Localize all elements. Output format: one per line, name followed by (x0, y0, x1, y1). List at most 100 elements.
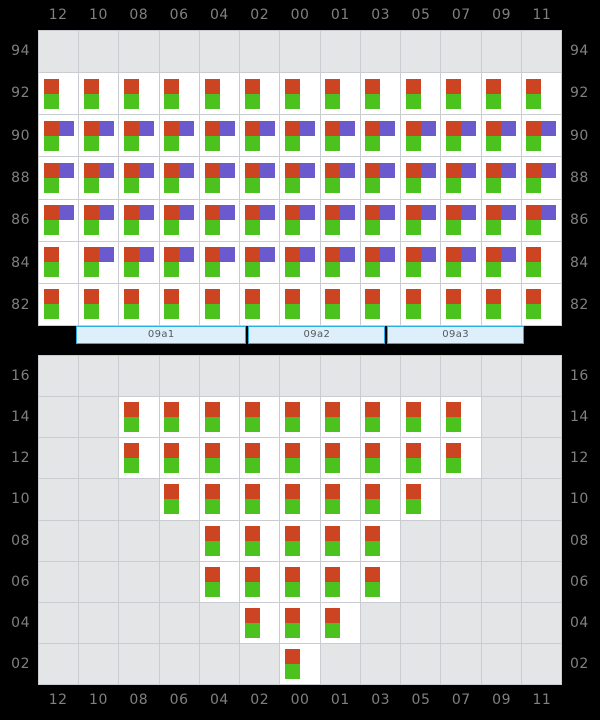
data-cell[interactable] (401, 157, 441, 199)
data-cell[interactable] (240, 283, 280, 325)
data-cell[interactable] (199, 73, 240, 115)
data-cell[interactable] (79, 241, 119, 283)
data-cell[interactable] (280, 157, 320, 199)
data-cell[interactable] (280, 283, 320, 325)
data-cell[interactable] (320, 561, 360, 602)
data-cell[interactable] (119, 438, 159, 479)
data-cell[interactable] (360, 520, 401, 561)
data-cell[interactable] (159, 73, 199, 115)
data-cell[interactable] (159, 115, 199, 157)
data-cell[interactable] (119, 283, 159, 325)
data-cell[interactable] (240, 397, 280, 438)
data-cell[interactable] (401, 283, 441, 325)
data-cell[interactable] (79, 115, 119, 157)
data-cell[interactable] (360, 157, 401, 199)
data-cell[interactable] (360, 73, 401, 115)
data-cell[interactable] (280, 115, 320, 157)
data-cell[interactable] (119, 73, 159, 115)
data-cell[interactable] (79, 283, 119, 325)
data-cell[interactable] (441, 73, 481, 115)
data-cell[interactable] (159, 283, 199, 325)
data-cell[interactable] (401, 479, 441, 520)
data-cell[interactable] (119, 157, 159, 199)
data-cell[interactable] (481, 199, 521, 241)
data-cell[interactable] (521, 157, 562, 199)
data-cell[interactable] (481, 73, 521, 115)
data-cell[interactable] (360, 283, 401, 325)
data-cell[interactable] (280, 520, 320, 561)
data-cell[interactable] (441, 397, 481, 438)
data-cell[interactable] (320, 199, 360, 241)
data-cell[interactable] (39, 199, 79, 241)
data-cell[interactable] (401, 199, 441, 241)
group-bar-09a1[interactable]: 09a1 (76, 326, 247, 344)
data-cell[interactable] (441, 115, 481, 157)
data-cell[interactable] (401, 397, 441, 438)
data-cell[interactable] (39, 283, 79, 325)
data-cell[interactable] (441, 241, 481, 283)
group-bar-09a2[interactable]: 09a2 (248, 326, 386, 344)
data-cell[interactable] (360, 479, 401, 520)
data-cell[interactable] (199, 241, 240, 283)
data-cell[interactable] (280, 199, 320, 241)
group-bar-09a3[interactable]: 09a3 (387, 326, 524, 344)
data-cell[interactable] (360, 199, 401, 241)
data-cell[interactable] (320, 157, 360, 199)
data-cell[interactable] (199, 520, 240, 561)
data-cell[interactable] (320, 479, 360, 520)
data-cell[interactable] (240, 241, 280, 283)
data-cell[interactable] (521, 73, 562, 115)
data-cell[interactable] (320, 520, 360, 561)
data-cell[interactable] (320, 283, 360, 325)
data-cell[interactable] (240, 520, 280, 561)
data-cell[interactable] (240, 479, 280, 520)
data-cell[interactable] (119, 199, 159, 241)
data-cell[interactable] (39, 73, 79, 115)
data-cell[interactable] (199, 479, 240, 520)
data-cell[interactable] (119, 115, 159, 157)
data-cell[interactable] (521, 283, 562, 325)
data-cell[interactable] (240, 561, 280, 602)
data-cell[interactable] (401, 438, 441, 479)
data-cell[interactable] (320, 115, 360, 157)
data-cell[interactable] (401, 73, 441, 115)
data-cell[interactable] (320, 397, 360, 438)
data-cell[interactable] (280, 438, 320, 479)
data-cell[interactable] (481, 115, 521, 157)
data-cell[interactable] (199, 397, 240, 438)
data-cell[interactable] (119, 241, 159, 283)
data-cell[interactable] (39, 241, 79, 283)
data-cell[interactable] (159, 397, 199, 438)
data-cell[interactable] (240, 602, 280, 643)
data-cell[interactable] (280, 397, 320, 438)
data-cell[interactable] (199, 561, 240, 602)
data-cell[interactable] (360, 241, 401, 283)
data-cell[interactable] (159, 241, 199, 283)
data-cell[interactable] (39, 115, 79, 157)
data-cell[interactable] (521, 241, 562, 283)
data-cell[interactable] (240, 199, 280, 241)
data-cell[interactable] (280, 479, 320, 520)
data-cell[interactable] (441, 157, 481, 199)
data-cell[interactable] (521, 199, 562, 241)
data-cell[interactable] (199, 438, 240, 479)
data-cell[interactable] (240, 438, 280, 479)
data-cell[interactable] (280, 561, 320, 602)
data-cell[interactable] (39, 157, 79, 199)
data-cell[interactable] (280, 643, 320, 684)
data-cell[interactable] (481, 241, 521, 283)
data-cell[interactable] (119, 397, 159, 438)
data-cell[interactable] (360, 397, 401, 438)
data-cell[interactable] (441, 199, 481, 241)
data-cell[interactable] (240, 115, 280, 157)
data-cell[interactable] (159, 199, 199, 241)
data-cell[interactable] (360, 115, 401, 157)
data-cell[interactable] (360, 438, 401, 479)
data-cell[interactable] (199, 157, 240, 199)
data-cell[interactable] (159, 438, 199, 479)
data-cell[interactable] (159, 479, 199, 520)
data-cell[interactable] (320, 73, 360, 115)
data-cell[interactable] (199, 115, 240, 157)
data-cell[interactable] (481, 157, 521, 199)
data-cell[interactable] (79, 157, 119, 199)
